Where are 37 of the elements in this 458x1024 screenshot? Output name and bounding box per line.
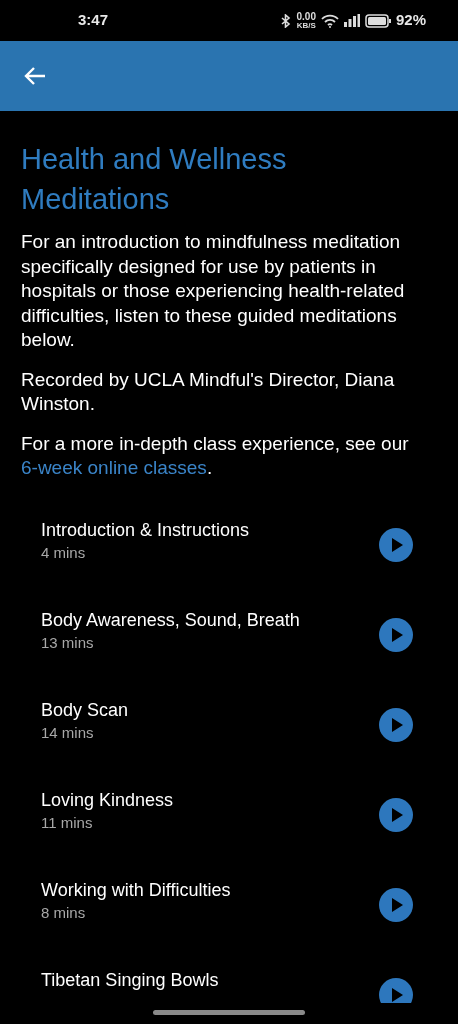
play-icon[interactable] xyxy=(379,797,413,832)
speed-unit: KB/S xyxy=(296,21,316,30)
track-duration: 11 mins xyxy=(41,812,94,833)
play-icon[interactable] xyxy=(379,617,413,652)
play-icon[interactable] xyxy=(379,707,413,742)
wifi-icon xyxy=(320,13,339,28)
play-icon[interactable] xyxy=(379,527,413,562)
track-duration: 8 mins xyxy=(41,902,87,923)
track-title: Loving Kindness xyxy=(41,788,174,812)
play-icon[interactable] xyxy=(379,977,413,1003)
intro-text: For an introduction to mindfulness meditation specifically designed for use by patients in hospitals or those experiencing health-related difficulties, listen to these guided meditations below. xyxy=(21,230,406,352)
track-row[interactable]: Introduction & Instructions 4 mins xyxy=(21,517,437,608)
track-row[interactable]: Working with Difficulties 8 mins xyxy=(21,877,437,968)
track-title: Tibetan Singing Bowls xyxy=(41,968,219,992)
track-duration: 13 mins xyxy=(41,632,95,653)
credit-text: Recorded by UCLA Mindful's Director, Diana Winston. xyxy=(21,367,396,416)
track-duration: 4 mins xyxy=(41,542,87,563)
classes-text: For a more in-depth class experience, see our 6-week online classes. xyxy=(21,431,410,480)
track-row[interactable]: Body Awareness, Sound, Breath 13 mins xyxy=(21,607,437,698)
battery-percent: 92% xyxy=(395,10,426,31)
track-title: Body Scan xyxy=(41,698,129,722)
track-duration: 14 mins xyxy=(41,722,95,743)
classes-link[interactable]: 6-week online classes xyxy=(21,457,207,478)
speed-value: 0.00 xyxy=(296,11,316,22)
page-title: Health and Wellness Meditations xyxy=(21,142,288,217)
clock: 3:47 xyxy=(78,10,109,31)
play-icon[interactable] xyxy=(379,887,413,922)
track-title: Working with Difficulties xyxy=(41,878,231,902)
signal-icon xyxy=(343,14,360,27)
track-title: Body Awareness, Sound, Breath xyxy=(41,608,300,632)
track-row[interactable]: Tibetan Singing Bowls xyxy=(21,967,437,1003)
bluetooth-icon xyxy=(279,13,292,28)
track-row[interactable]: Loving Kindness 11 mins xyxy=(21,787,437,878)
back-arrow-icon[interactable] xyxy=(24,66,46,86)
track-row[interactable]: Body Scan 14 mins xyxy=(21,697,437,788)
track-title: Introduction & Instructions xyxy=(41,518,250,542)
battery-icon xyxy=(364,13,391,28)
